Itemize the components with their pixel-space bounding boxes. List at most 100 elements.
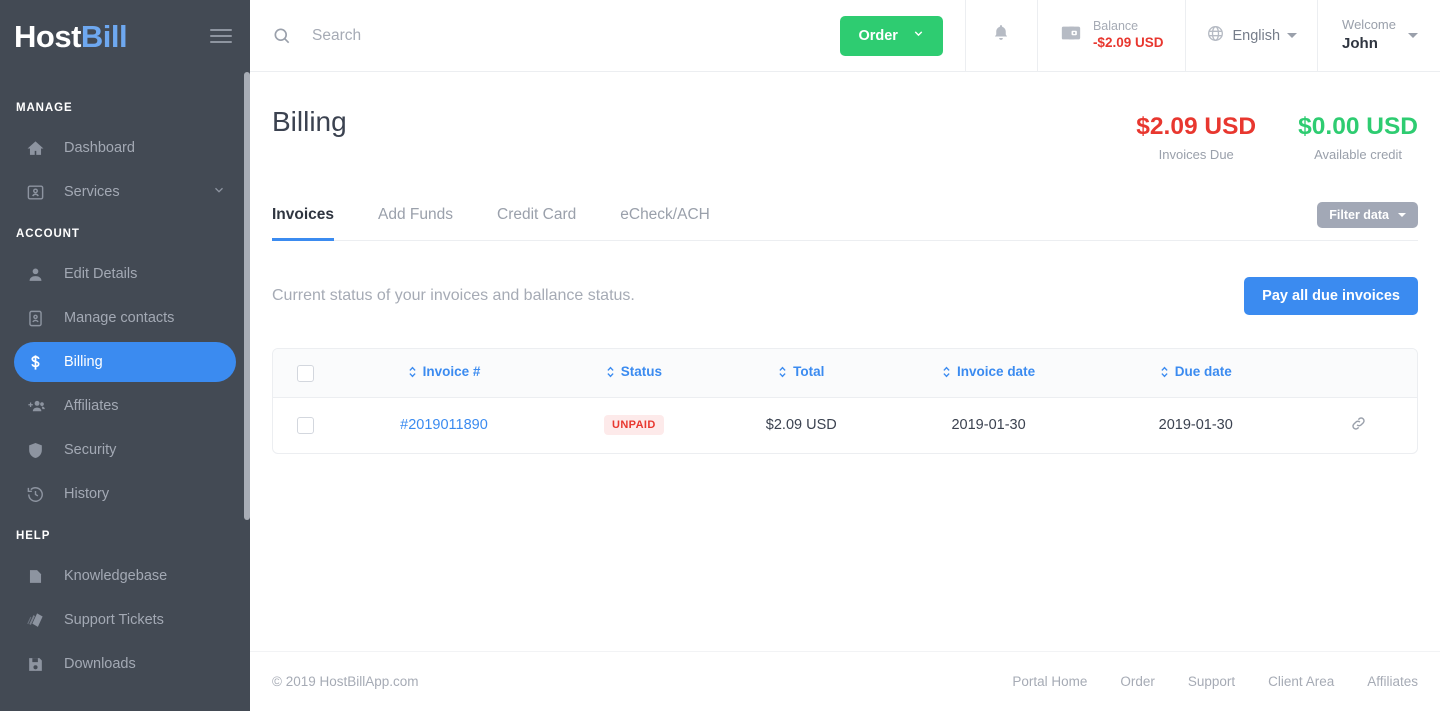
invoice-link[interactable]: #2019011890	[400, 417, 488, 433]
column-header-invoice[interactable]: Invoice #	[337, 349, 551, 398]
chevron-down-icon[interactable]	[212, 183, 226, 201]
stat-value: $2.09 USD	[1136, 113, 1257, 140]
footer-link-support[interactable]: Support	[1188, 674, 1235, 689]
column-header-due-date[interactable]: Due date	[1092, 349, 1300, 398]
hamburger-menu-icon[interactable]	[208, 23, 234, 49]
logo-bill: Bill	[80, 18, 128, 54]
invoices-table: Invoice # Status Total Invoice date Due …	[273, 349, 1417, 453]
page-description: Current status of your invoices and ball…	[272, 287, 635, 305]
sidebar-item-edit-details[interactable]: Edit Details	[14, 254, 236, 294]
order-button[interactable]: Order	[840, 15, 943, 56]
status-badge: UNPAID	[603, 415, 664, 436]
user-name: John	[1342, 35, 1378, 53]
document-icon	[20, 567, 50, 586]
balance-text-group: Balance -$2.09 USD	[1093, 19, 1164, 52]
pay-all-due-invoices-button[interactable]: Pay all due invoices	[1244, 277, 1418, 316]
order-cell: Order	[834, 0, 966, 71]
balance-value: -$2.09 USD	[1092, 34, 1164, 50]
table-row[interactable]: #2019011890 UNPAID $2.09 USD 2019-01-30 …	[273, 397, 1417, 453]
tab-add-funds[interactable]: Add Funds	[378, 206, 453, 241]
column-header-label: Due date	[1174, 364, 1232, 380]
sidebar-item-history[interactable]: History	[14, 474, 236, 514]
globe-icon	[1206, 24, 1225, 47]
cell-due-date: 2019-01-30	[1158, 417, 1233, 434]
language-label: English	[1232, 27, 1281, 44]
main-region: Order Balance -$2.09 USD	[250, 0, 1440, 711]
footer-links: Portal Home Order Support Client Area Af…	[1012, 674, 1418, 689]
balance-label: Balance	[1092, 19, 1139, 34]
sidebar-item-label: Knowledgebase	[64, 568, 168, 584]
sidebar-item-label: Dashboard	[64, 140, 135, 156]
search-area	[250, 0, 834, 71]
footer-copyright: © 2019 HostBillApp.com	[272, 674, 419, 689]
app-root: HostBill MANAGE Dashboard Services ACCOU…	[0, 0, 1440, 711]
row-checkbox[interactable]	[296, 416, 314, 434]
sidebar-item-label: Manage contacts	[64, 310, 175, 326]
sidebar-item-label: Edit Details	[64, 266, 138, 282]
logo[interactable]: HostBill	[14, 18, 128, 54]
sidebar: HostBill MANAGE Dashboard Services ACCOU…	[0, 0, 250, 711]
add-people-icon	[20, 397, 50, 416]
dollar-icon	[20, 353, 50, 372]
sidebar-item-label: Services	[64, 184, 120, 200]
sidebar-item-security[interactable]: Security	[14, 430, 236, 470]
sidebar-item-dashboard[interactable]: Dashboard	[14, 128, 236, 168]
footer-link-portal-home[interactable]: Portal Home	[1012, 674, 1087, 689]
footer-link-affiliates[interactable]: Affiliates	[1367, 674, 1418, 689]
chevron-down-icon	[1398, 213, 1406, 218]
notifications-button[interactable]	[966, 0, 1038, 71]
topbar: Order Balance -$2.09 USD	[250, 0, 1440, 72]
tab-credit-card[interactable]: Credit Card	[497, 206, 576, 241]
nav-section-manage: MANAGE	[16, 102, 73, 114]
user-menu[interactable]: Welcome John	[1318, 0, 1440, 71]
stat-value: $0.00 USD	[1298, 113, 1418, 140]
column-header-label: Status	[620, 364, 662, 380]
tab-invoices[interactable]: Invoices	[272, 206, 335, 242]
cell-actions	[1299, 397, 1417, 453]
sidebar-item-label: Downloads	[64, 656, 136, 672]
language-selector[interactable]: English	[1186, 0, 1319, 71]
footer-link-client-area[interactable]: Client Area	[1268, 674, 1334, 689]
column-header-label: Invoice date	[957, 364, 1036, 380]
search-icon[interactable]	[272, 26, 292, 46]
table-body: #2019011890 UNPAID $2.09 USD 2019-01-30 …	[273, 397, 1417, 453]
column-header-status[interactable]: Status	[550, 349, 718, 398]
cell-invoice-date: 2019-01-30	[951, 417, 1026, 434]
sidebar-nav: MANAGE Dashboard Services ACCOUNT Edit D…	[0, 72, 250, 684]
select-all-checkbox[interactable]	[296, 364, 314, 382]
sidebar-item-downloads[interactable]: Downloads	[14, 644, 236, 684]
order-button-label: Order	[858, 27, 898, 44]
sidebar-item-affiliates[interactable]: Affiliates	[14, 386, 236, 426]
cell-status: UNPAID	[550, 397, 718, 453]
column-header-label: Total	[793, 364, 825, 380]
table-header-row: Invoice # Status Total Invoice date Due …	[273, 349, 1417, 398]
chevron-down-icon	[912, 27, 925, 44]
nav-section-help: HELP	[16, 530, 51, 542]
user-text-group: Welcome John	[1342, 17, 1396, 53]
page-header: Billing $2.09 USD Invoices Due $0.00 USD…	[272, 72, 1418, 162]
footer-link-order[interactable]: Order	[1120, 674, 1155, 689]
tabs-row: Invoices Add Funds Credit Card eCheck/AC…	[272, 202, 1418, 242]
contacts-icon	[20, 309, 50, 328]
sidebar-item-label: History	[64, 486, 110, 502]
history-clock-icon	[20, 485, 50, 504]
column-header-invoice-date[interactable]: Invoice date	[884, 349, 1093, 398]
wallet-icon	[1060, 22, 1082, 49]
column-header-total[interactable]: Total	[717, 349, 885, 398]
link-icon[interactable]	[1349, 414, 1368, 433]
select-all-header	[273, 349, 338, 398]
sort-icon	[606, 365, 615, 379]
filter-data-button[interactable]: Filter data	[1317, 202, 1418, 229]
logo-host: Host	[14, 18, 81, 54]
search-input[interactable]	[312, 26, 732, 45]
sidebar-item-knowledgebase[interactable]: Knowledgebase	[14, 556, 236, 596]
balance-widget[interactable]: Balance -$2.09 USD	[1038, 0, 1187, 71]
tickets-icon	[20, 611, 50, 630]
sidebar-item-manage-contacts[interactable]: Manage contacts	[14, 298, 236, 338]
sidebar-item-services[interactable]: Services	[14, 172, 236, 212]
column-header-label: Invoice #	[422, 364, 481, 380]
tab-echeck-ach[interactable]: eCheck/ACH	[620, 206, 710, 241]
nav-section-account: ACCOUNT	[16, 228, 80, 240]
sidebar-item-billing[interactable]: Billing	[14, 342, 236, 382]
sidebar-item-support-tickets[interactable]: Support Tickets	[14, 600, 236, 640]
